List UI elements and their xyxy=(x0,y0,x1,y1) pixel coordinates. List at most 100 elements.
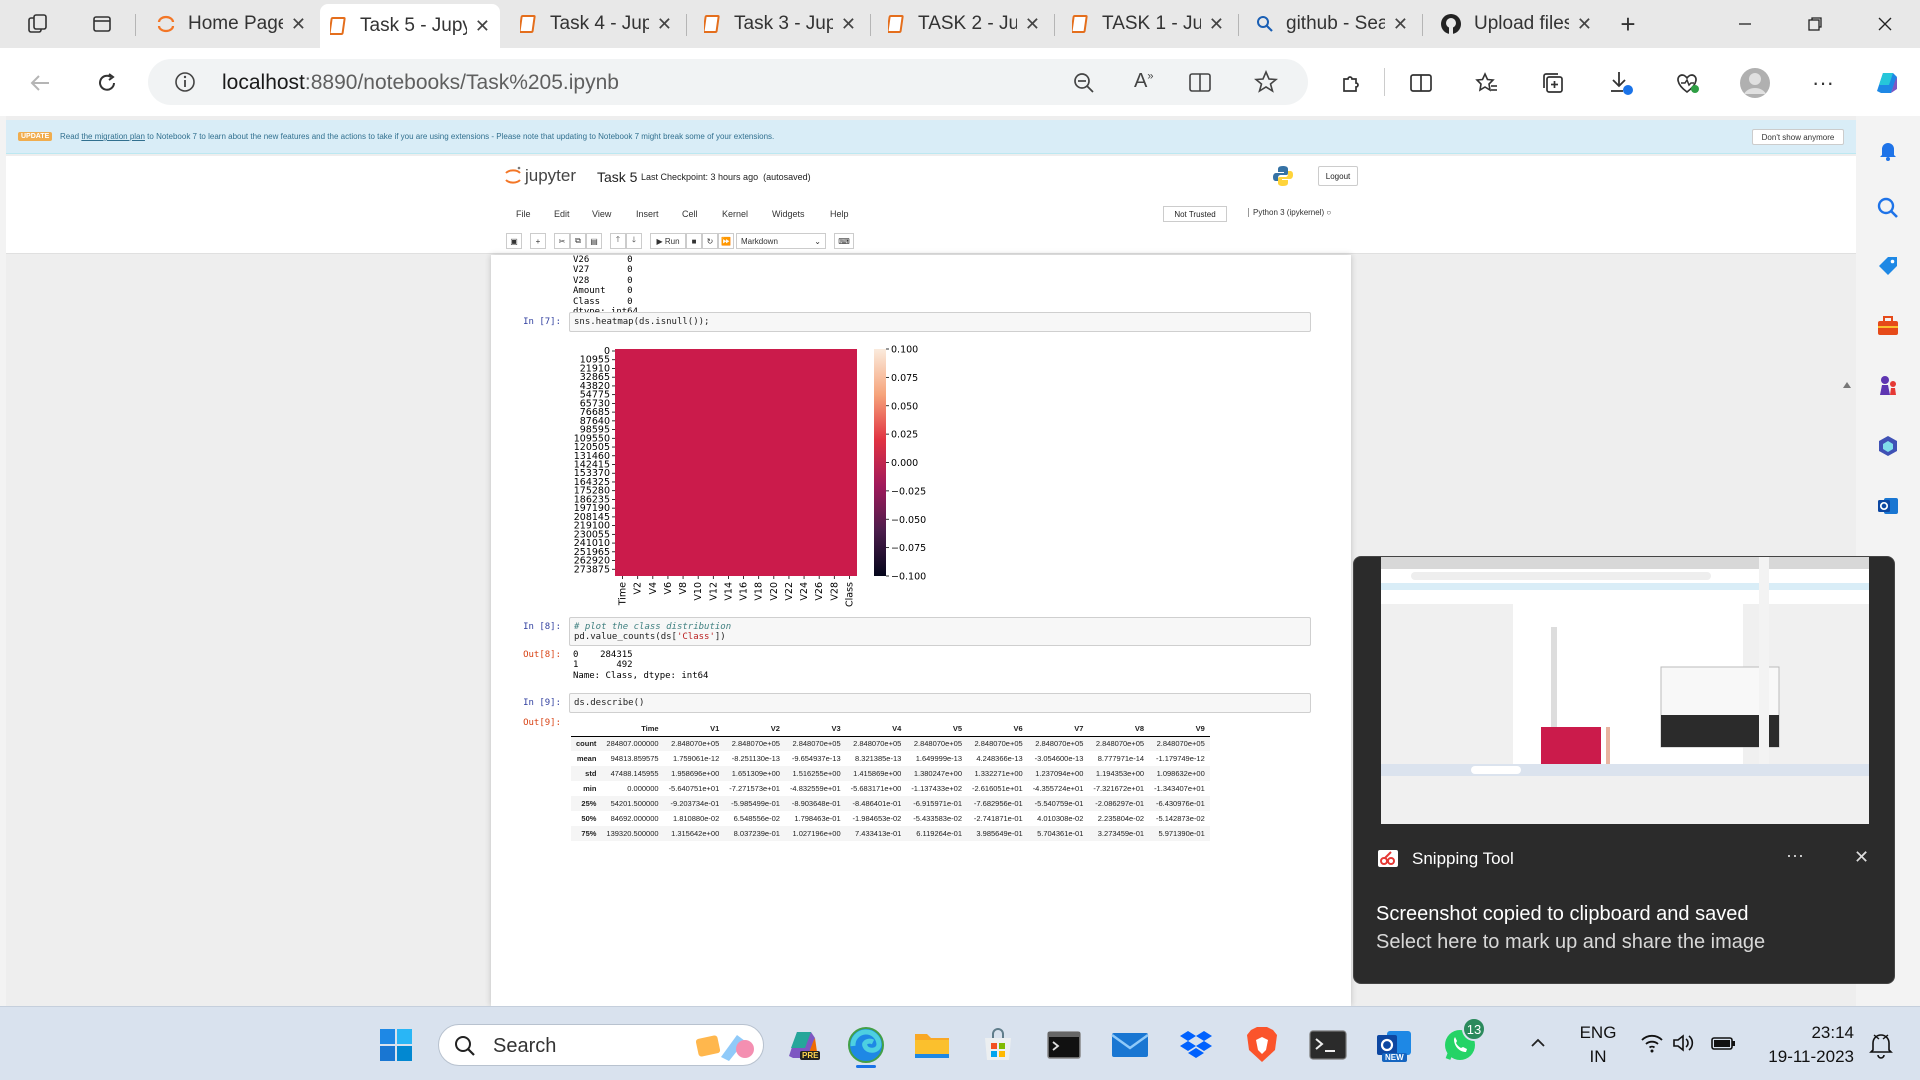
cell-type-select[interactable]: Markdown ⌄ xyxy=(736,233,826,249)
tab-upload-files[interactable]: Upload files ✕ xyxy=(1430,6,1602,42)
close-icon[interactable]: ✕ xyxy=(1393,14,1408,35)
dont-show-anymore-button[interactable]: Don't show anymore xyxy=(1752,129,1844,145)
menu-edit[interactable]: Edit xyxy=(554,209,570,219)
code-cell-9[interactable]: ds.describe() xyxy=(569,693,1311,713)
close-icon[interactable]: ✕ xyxy=(657,14,672,35)
notification-close-button[interactable]: ✕ xyxy=(1854,847,1869,868)
jupyter-logo[interactable]: jupyter xyxy=(503,165,576,187)
copilot-icon[interactable] xyxy=(1870,66,1904,100)
copy-icon[interactable]: ⧉ xyxy=(570,233,586,249)
extensions-icon[interactable] xyxy=(1334,66,1368,100)
new-tab-button[interactable]: + xyxy=(1612,8,1644,40)
notification-center-icon[interactable] xyxy=(1868,1031,1894,1059)
cut-icon[interactable]: ✂ xyxy=(554,233,570,249)
file-explorer-icon[interactable] xyxy=(912,1025,952,1065)
menu-file[interactable]: File xyxy=(516,209,531,219)
code-cell-8[interactable]: # plot the class distribution pd.value_c… xyxy=(569,617,1311,646)
minimize-button[interactable] xyxy=(1710,0,1780,48)
close-icon[interactable]: ✕ xyxy=(1577,14,1592,35)
immersive-reader-icon[interactable] xyxy=(1188,71,1214,95)
tab-github-search[interactable]: github - Search ✕ xyxy=(1246,6,1418,42)
microsoft-365-icon[interactable] xyxy=(1874,432,1902,460)
search-icon[interactable] xyxy=(1874,194,1902,222)
brave-browser-icon[interactable] xyxy=(1242,1025,1282,1065)
notebook-name[interactable]: Task 5 xyxy=(597,169,637,185)
snipping-tool-notification[interactable]: Snipping Tool ··· ✕ Screenshot copied to… xyxy=(1353,556,1895,984)
site-info-icon[interactable] xyxy=(174,71,196,93)
zoom-out-icon[interactable] xyxy=(1072,71,1096,95)
volume-icon[interactable] xyxy=(1672,1033,1696,1053)
copilot-preview-icon[interactable]: PRE xyxy=(782,1025,822,1065)
tab-task-4[interactable]: Task 4 - Jupyter ✕ xyxy=(510,6,682,42)
restart-run-all-icon[interactable]: ⏩ xyxy=(718,233,734,249)
terminal-cmd-icon[interactable] xyxy=(1044,1025,1084,1065)
dropbox-icon[interactable] xyxy=(1176,1025,1216,1065)
menu-widgets[interactable]: Widgets xyxy=(772,209,805,219)
favorites-icon[interactable] xyxy=(1470,66,1504,100)
url-text[interactable]: localhost:8890/notebooks/Task%205.ipynb xyxy=(222,71,619,95)
notification-more-button[interactable]: ··· xyxy=(1786,845,1804,866)
menu-kernel[interactable]: Kernel xyxy=(722,209,748,219)
read-aloud-icon[interactable]: A» xyxy=(1134,70,1153,93)
close-icon[interactable]: ✕ xyxy=(291,14,306,35)
command-palette-icon[interactable]: ⌨ xyxy=(834,233,854,249)
screenshot-thumbnail[interactable] xyxy=(1381,557,1869,824)
tab-home-page[interactable]: Home Page ✕ xyxy=(146,6,316,42)
browser-essentials-icon[interactable] xyxy=(1670,66,1704,100)
close-icon[interactable]: ✕ xyxy=(1209,14,1224,35)
shopping-tag-icon[interactable] xyxy=(1874,252,1902,280)
notification-bell-icon[interactable] xyxy=(1874,136,1902,164)
close-icon[interactable]: ✕ xyxy=(1025,14,1040,35)
mail-icon[interactable] xyxy=(1110,1025,1150,1065)
vertical-tabs-icon[interactable] xyxy=(86,8,118,40)
tab-task-3[interactable]: Task 3 - Jupyter ✕ xyxy=(694,6,866,42)
not-trusted-button[interactable]: Not Trusted xyxy=(1163,206,1227,222)
stop-icon[interactable]: ■ xyxy=(686,233,702,249)
terminal-icon[interactable] xyxy=(1308,1025,1348,1065)
move-up-icon[interactable]: 🡑 xyxy=(610,233,626,249)
downloads-icon[interactable] xyxy=(1604,66,1638,100)
tools-briefcase-icon[interactable] xyxy=(1874,312,1902,340)
menu-insert[interactable]: Insert xyxy=(636,209,659,219)
menu-view[interactable]: View xyxy=(592,209,611,219)
favorite-star-icon[interactable] xyxy=(1254,70,1278,94)
profile-avatar[interactable] xyxy=(1738,66,1772,100)
microsoft-store-icon[interactable] xyxy=(978,1025,1018,1065)
close-icon[interactable]: ✕ xyxy=(475,16,490,37)
tab-task-1[interactable]: TASK 1 - Jupyter ✕ xyxy=(1062,6,1234,42)
kernel-indicator[interactable]: Python 3 (ipykernel) ○ xyxy=(1248,208,1331,217)
address-bar[interactable]: localhost:8890/notebooks/Task%205.ipynb … xyxy=(148,59,1308,105)
menu-cell[interactable]: Cell xyxy=(682,209,698,219)
more-menu-icon[interactable]: ··· xyxy=(1806,66,1840,100)
chevron-up-icon[interactable] xyxy=(1528,1033,1548,1053)
close-window-button[interactable] xyxy=(1850,0,1920,48)
close-icon[interactable]: ✕ xyxy=(841,14,856,35)
refresh-button[interactable] xyxy=(90,66,124,100)
save-icon[interactable]: ▣ xyxy=(506,233,522,249)
tab-task-2[interactable]: TASK 2 - Jupyter ✕ xyxy=(878,6,1050,42)
outlook-icon[interactable] xyxy=(1874,492,1902,520)
taskbar-search[interactable]: Search xyxy=(438,1024,764,1066)
start-windows-icon[interactable] xyxy=(376,1025,416,1065)
wifi-icon[interactable] xyxy=(1640,1033,1664,1053)
outlook-new-icon[interactable]: NEW xyxy=(1374,1025,1414,1065)
edge-browser-icon[interactable] xyxy=(846,1025,886,1068)
tab-task-5[interactable]: Task 5 - Jupyter ✕ xyxy=(320,4,500,48)
code-cell-7[interactable]: sns.heatmap(ds.isnull()); xyxy=(569,312,1311,332)
system-clock[interactable]: 23:14 19-11-2023 xyxy=(1762,1021,1854,1069)
logout-button[interactable]: Logout xyxy=(1318,166,1358,186)
restart-icon[interactable]: ↻ xyxy=(702,233,718,249)
move-down-icon[interactable]: 🡓 xyxy=(626,233,642,249)
run-button[interactable]: ▶ Run xyxy=(650,233,686,249)
restore-button[interactable] xyxy=(1780,0,1850,48)
paste-icon[interactable]: ▤ xyxy=(586,233,602,249)
whatsapp-icon[interactable]: 13 xyxy=(1440,1017,1486,1065)
back-button[interactable] xyxy=(24,66,58,100)
migration-plan-link[interactable]: the migration plan xyxy=(81,132,145,141)
language-indicator[interactable]: ENG IN xyxy=(1578,1021,1618,1069)
add-cell-icon[interactable]: + xyxy=(530,233,546,249)
menu-help[interactable]: Help xyxy=(830,209,849,219)
games-chess-icon[interactable] xyxy=(1874,372,1902,400)
split-screen-icon[interactable] xyxy=(1404,66,1438,100)
workspaces-icon[interactable] xyxy=(22,8,54,40)
